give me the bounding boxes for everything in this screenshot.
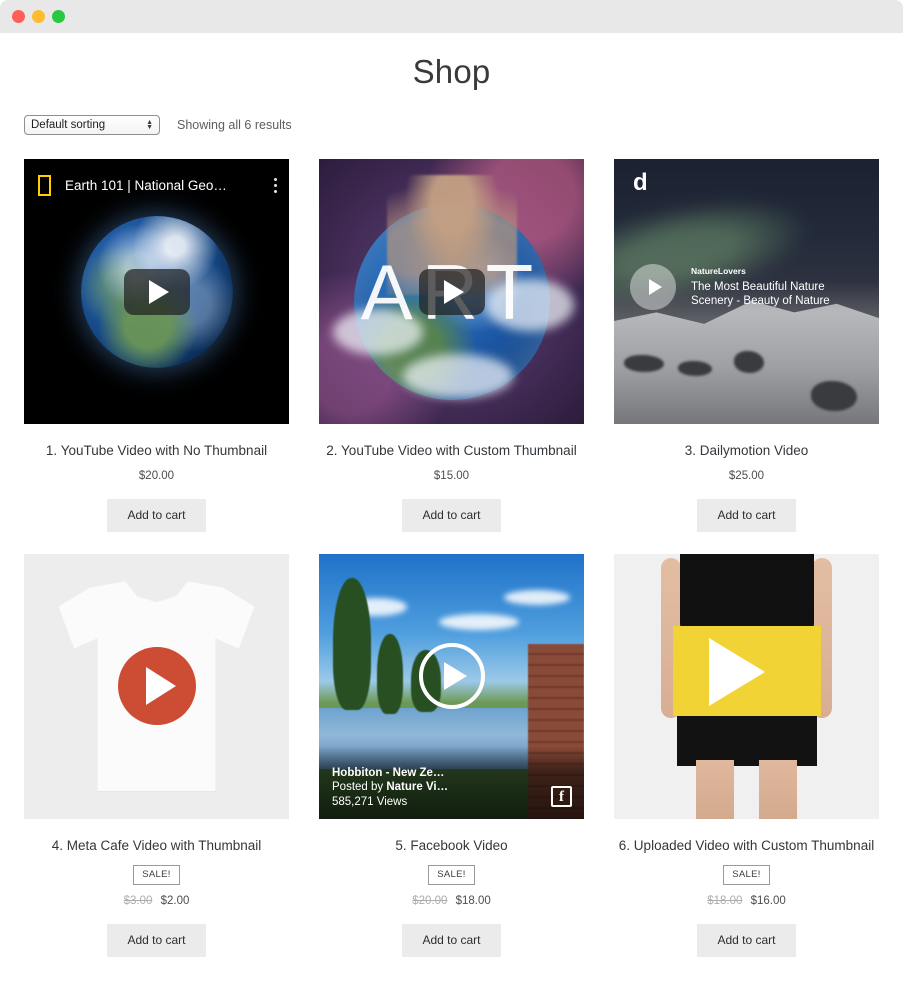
product-card[interactable]: Earth 101 | National Geo… 1. YouTube Vid…: [24, 159, 289, 532]
youtube-play-icon[interactable]: [418, 268, 485, 315]
product-grid: Earth 101 | National Geo… 1. YouTube Vid…: [24, 159, 879, 979]
product-thumbnail-dailymotion[interactable]: d NatureLovers The Most Beautiful Nature…: [614, 159, 879, 424]
product-thumbnail-facebook[interactable]: Hobbiton - New Ze… Posted by Nature Vi… …: [319, 553, 584, 819]
caption-author: Posted by Nature Vi…: [332, 780, 448, 795]
leg-shape: [759, 759, 797, 819]
product-title: 2. YouTube Video with Custom Thumbnail: [326, 443, 577, 458]
leg-shape: [696, 759, 734, 819]
caption-author-prefix: Posted by: [332, 781, 387, 794]
facebook-icon: f: [551, 785, 572, 807]
cloud-shape: [403, 354, 513, 398]
sorting-select[interactable]: Default sorting ▲ ▼: [24, 115, 160, 135]
product-price-current: $25.00: [728, 469, 765, 482]
window-controls: [12, 10, 65, 23]
caption-title: Hobbiton - New Ze…: [332, 766, 445, 779]
cloud-shape: [439, 613, 519, 630]
add-to-cart-button[interactable]: Add to cart: [107, 498, 206, 532]
caption-author-name: Nature Vi…: [386, 781, 449, 794]
product-price-current: $18.00: [455, 894, 491, 907]
youtube-video-title: Earth 101 | National Geo…: [65, 177, 227, 193]
product-price: $20.00: [24, 470, 289, 482]
youtube-title-bar: Earth 101 | National Geo…: [24, 159, 289, 211]
national-geographic-logo-icon: [38, 174, 51, 196]
product-price: $18.00 $16.00: [614, 895, 879, 907]
window-titlebar: [0, 0, 903, 33]
product-thumbnail-tshirt[interactable]: [24, 553, 289, 819]
white-play-icon[interactable]: [708, 637, 765, 706]
cloud-shape: [504, 589, 570, 605]
facebook-caption-text: Hobbiton - New Ze… Posted by Nature Vi… …: [332, 766, 448, 810]
product-title: 5. Facebook Video: [395, 837, 508, 853]
maximize-window-button[interactable]: [52, 10, 65, 23]
product-card[interactable]: 4. Meta Cafe Video with Thumbnail SALE! …: [24, 553, 289, 957]
results-count: Showing all 6 results: [177, 118, 292, 132]
rock-shape: [678, 361, 712, 376]
add-to-cart-button[interactable]: Add to cart: [402, 923, 501, 957]
page-body: Shop Default sorting ▲ ▼ Showing all 6 re…: [0, 33, 903, 992]
product-thumbnail-art[interactable]: ART: [319, 159, 584, 424]
product-card[interactable]: ART 2. YouTube Video with Custom Thumbna…: [319, 159, 584, 532]
product-price-current: $15.00: [433, 469, 470, 482]
product-card[interactable]: Hobbiton - New Ze… Posted by Nature Vi… …: [319, 553, 584, 957]
youtube-play-icon[interactable]: [123, 268, 190, 315]
page-title: Shop: [412, 53, 491, 90]
dailymotion-overlay: NatureLovers The Most Beautiful Nature S…: [630, 264, 836, 310]
dailymotion-play-icon[interactable]: [630, 264, 676, 310]
product-price-original: $18.00: [707, 894, 743, 907]
product-card[interactable]: 6. Uploaded Video with Custom Thumbnail …: [614, 553, 879, 957]
add-to-cart-button[interactable]: Add to cart: [402, 498, 501, 532]
browser-window: Shop Default sorting ▲ ▼ Showing all 6 re…: [0, 0, 903, 992]
product-price-current: $20.00: [138, 469, 175, 482]
product-price: $3.00 $2.00: [24, 895, 289, 907]
product-title: 4. Meta Cafe Video with Thumbnail: [51, 837, 262, 853]
skirt-black-panel: [676, 715, 817, 766]
dailymotion-meta: NatureLovers The Most Beautiful Nature S…: [691, 266, 836, 309]
video-title: The Most Beautiful Nature Scenery - Beau…: [691, 280, 830, 307]
more-options-icon[interactable]: [274, 177, 277, 193]
add-to-cart-button[interactable]: Add to cart: [697, 498, 796, 532]
product-price-original: $3.00: [123, 894, 153, 907]
circle-play-icon[interactable]: [418, 642, 485, 709]
rock-shape: [811, 381, 857, 411]
rock-shape: [734, 351, 764, 373]
dailymotion-logo-icon: d: [633, 169, 648, 196]
product-price-original: $20.00: [412, 894, 448, 907]
tree-shape: [333, 577, 371, 710]
product-title: 1. YouTube Video with No Thumbnail: [45, 443, 268, 458]
status-badge: SALE!: [428, 864, 475, 885]
shop-content: Shop Default sorting ▲ ▼ Showing all 6 re…: [24, 33, 879, 979]
stepper-arrows-icon: ▲ ▼: [146, 119, 153, 131]
product-price-current: $16.00: [750, 894, 786, 907]
status-badge: SALE!: [723, 864, 770, 885]
product-price-current: $2.00: [160, 894, 190, 907]
product-price: $20.00 $18.00: [319, 895, 584, 907]
product-price: $25.00: [614, 470, 879, 482]
add-to-cart-button[interactable]: Add to cart: [697, 923, 796, 957]
sorting-select-value: Default sorting: [31, 119, 106, 131]
product-title: 6. Uploaded Video with Custom Thumbnail: [618, 837, 875, 853]
close-window-button[interactable]: [12, 10, 25, 23]
tree-shape: [377, 633, 403, 714]
minimize-window-button[interactable]: [32, 10, 45, 23]
facebook-caption: Hobbiton - New Ze… Posted by Nature Vi… …: [319, 745, 584, 819]
red-circle-play-icon[interactable]: [117, 647, 196, 726]
product-thumbnail-skirt[interactable]: [614, 553, 879, 819]
torso-shape: [679, 553, 814, 630]
rock-shape: [624, 355, 664, 372]
channel-name: NatureLovers: [691, 265, 746, 276]
product-title: 3. Dailymotion Video: [684, 443, 809, 458]
shop-toolbar: Default sorting ▲ ▼ Showing all 6 results: [24, 114, 879, 136]
product-thumbnail-youtube-no-thumb[interactable]: Earth 101 | National Geo…: [24, 159, 289, 424]
product-card[interactable]: d NatureLovers The Most Beautiful Nature…: [614, 159, 879, 532]
caption-views: 585,271 Views: [332, 796, 408, 809]
add-to-cart-button[interactable]: Add to cart: [107, 923, 206, 957]
status-badge: SALE!: [133, 864, 180, 885]
product-price: $15.00: [319, 470, 584, 482]
